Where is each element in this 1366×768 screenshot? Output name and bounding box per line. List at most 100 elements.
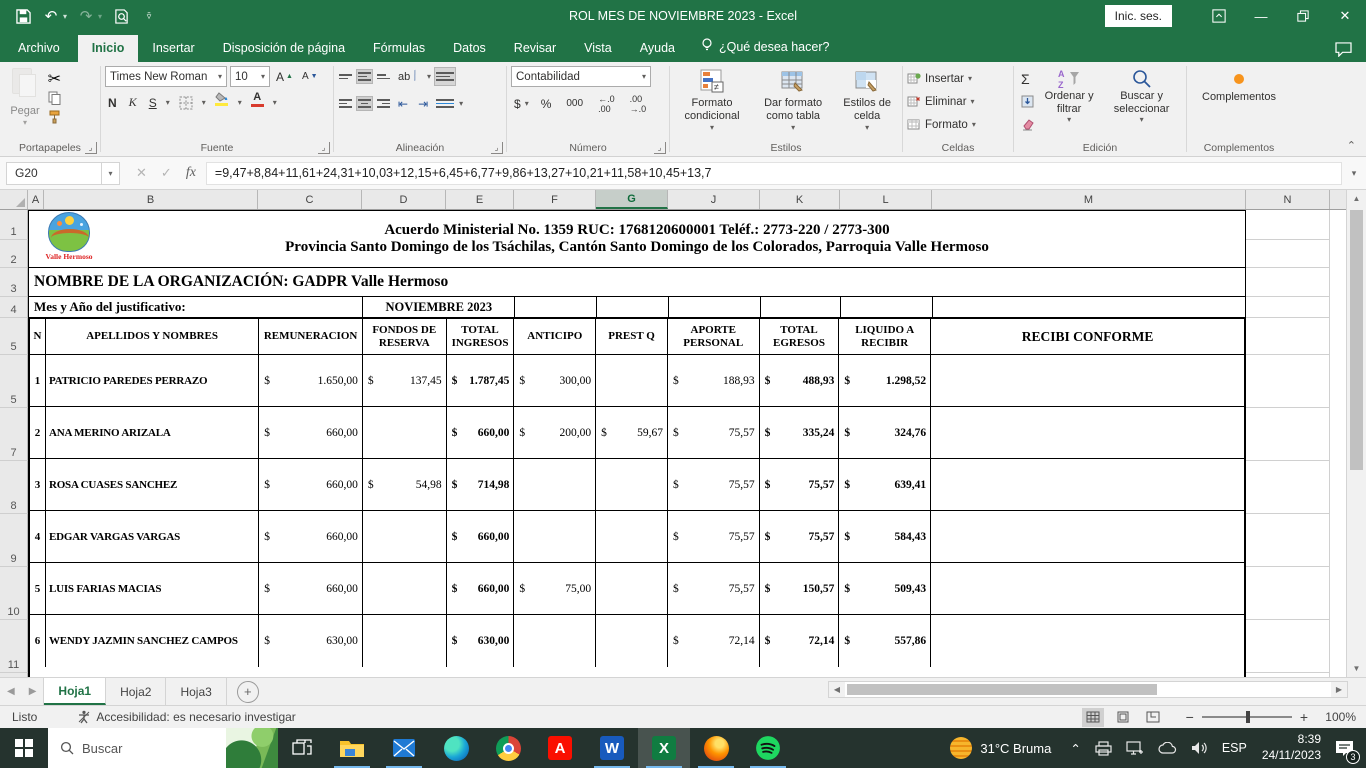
cell-prest_q-3[interactable]: [596, 459, 668, 510]
tab-disposici-n-de-p-gina[interactable]: Disposición de página: [209, 35, 359, 62]
sheet-tab-hoja1[interactable]: Hoja1: [44, 678, 107, 705]
customize-qat-icon[interactable]: ▿̄: [140, 7, 158, 25]
vertical-scrollbar[interactable]: ▲ ▼: [1346, 190, 1366, 677]
month-empty-cell-0[interactable]: [514, 297, 596, 317]
align-bottom-icon[interactable]: [376, 70, 391, 83]
align-right-icon[interactable]: [376, 97, 391, 110]
cell-aporte-6[interactable]: $72,14: [668, 615, 760, 667]
percent-style-icon[interactable]: %: [538, 93, 555, 114]
insert-cells-button[interactable]: Insertar ▾: [907, 68, 1009, 89]
cell-liquido-1[interactable]: $1.298,52: [839, 355, 932, 406]
insert-function-icon[interactable]: fx: [186, 165, 196, 181]
printer-tray-icon[interactable]: [1088, 728, 1119, 768]
row-header-11[interactable]: 11: [0, 620, 28, 673]
cell-remuneracion-5[interactable]: $660,00: [259, 563, 363, 614]
cell-liquido-2[interactable]: $324,76: [839, 407, 932, 458]
zoom-out-icon[interactable]: −: [1186, 709, 1194, 725]
cell-N2[interactable]: [1246, 240, 1330, 268]
word-button[interactable]: W: [586, 728, 638, 768]
fill-color-icon[interactable]: [212, 92, 232, 113]
cell-prest_q-2[interactable]: $59,67: [596, 407, 668, 458]
cell-N-11[interactable]: [1246, 620, 1330, 673]
scroll-up-icon[interactable]: ▲: [1347, 190, 1366, 207]
page-layout-view-icon[interactable]: [1112, 708, 1134, 727]
cell-prest_q-5[interactable]: [596, 563, 668, 614]
cell-N-7[interactable]: [1246, 408, 1330, 461]
cell-prest_q-4[interactable]: [596, 511, 668, 562]
column-header-C[interactable]: C: [258, 190, 362, 209]
scroll-right-icon[interactable]: ▶: [1331, 682, 1347, 697]
decrease-decimal-icon[interactable]: .00 →.0: [627, 93, 650, 114]
cell-fondos-2[interactable]: [363, 407, 447, 458]
format-cells-button[interactable]: Formato ▾: [907, 114, 1009, 135]
cell-fondos-4[interactable]: [363, 511, 447, 562]
cell-anticipo-6[interactable]: [514, 615, 597, 667]
cell-fondos-6[interactable]: [363, 615, 447, 667]
row-header-5[interactable]: 5: [0, 318, 28, 355]
cell-recibi-3[interactable]: [931, 459, 1244, 510]
select-all-corner[interactable]: [0, 190, 28, 209]
restore-button[interactable]: [1282, 0, 1324, 32]
cell-total_ingresos-2[interactable]: $660,00: [447, 407, 515, 458]
row-header-2[interactable]: 2: [0, 240, 28, 268]
row-header-7[interactable]: 7: [0, 408, 28, 461]
network-tray-icon[interactable]: [1119, 728, 1151, 768]
tab-vista[interactable]: Vista: [570, 35, 626, 62]
print-preview-icon[interactable]: [112, 7, 130, 25]
cell-n-4[interactable]: 4: [30, 511, 46, 562]
sort-filter-button[interactable]: AZ Ordenar y filtrar ▾: [1037, 66, 1101, 138]
cell-total_ingresos-3[interactable]: $714,98: [447, 459, 515, 510]
column-header-B[interactable]: B: [44, 190, 258, 209]
cell-fondos-5[interactable]: [363, 563, 447, 614]
sheet-nav-right-icon[interactable]: ▶: [22, 686, 44, 697]
tab-revisar[interactable]: Revisar: [500, 35, 570, 62]
cell-n-2[interactable]: 2: [30, 407, 46, 458]
cell-aporte-1[interactable]: $188,93: [668, 355, 760, 406]
cell-total_ingresos-6[interactable]: $630,00: [447, 615, 515, 667]
table-header-prest_q[interactable]: PREST Q: [596, 319, 668, 354]
cell-name-2[interactable]: ANA MERINO ARIZALA: [46, 407, 260, 458]
column-header-K[interactable]: K: [760, 190, 840, 209]
column-header-A[interactable]: A: [28, 190, 44, 209]
row-header-1[interactable]: 1: [0, 210, 28, 240]
zoom-slider-thumb[interactable]: [1245, 711, 1250, 723]
month-label-cell[interactable]: Mes y Año del justificativo:: [29, 297, 362, 317]
underline-icon[interactable]: S: [146, 92, 160, 113]
cell-remuneracion-6[interactable]: $630,00: [259, 615, 363, 667]
cell-recibi-6[interactable]: [931, 615, 1244, 667]
cell-total_ingresos-4[interactable]: $660,00: [447, 511, 515, 562]
cell-remuneracion-1[interactable]: $1.650,00: [259, 355, 363, 406]
accessibility-status[interactable]: Accesibilidad: es necesario investigar: [49, 710, 296, 724]
cell-anticipo-1[interactable]: $300,00: [514, 355, 597, 406]
table-header-total_ingresos[interactable]: TOTAL INGRESOS: [447, 319, 515, 354]
formula-input[interactable]: =9,47+8,84+11,61+24,31+10,03+12,15+6,45+…: [205, 161, 1342, 185]
clear-icon[interactable]: [1018, 114, 1037, 135]
cell-remuneracion-3[interactable]: $660,00: [259, 459, 363, 510]
mail-button[interactable]: [378, 728, 430, 768]
new-sheet-button[interactable]: +: [236, 680, 259, 703]
tab-archivo[interactable]: Archivo: [0, 35, 78, 62]
cell-N3[interactable]: [1246, 268, 1330, 297]
tray-expand-icon[interactable]: ⌃: [1063, 728, 1087, 768]
name-box[interactable]: G20: [6, 161, 102, 185]
table-header-n[interactable]: N: [30, 319, 46, 354]
ribbon-display-options-icon[interactable]: [1198, 0, 1240, 32]
cell-anticipo-4[interactable]: [514, 511, 597, 562]
undo-icon[interactable]: ↶: [42, 7, 60, 25]
action-center-button[interactable]: 3: [1329, 728, 1366, 768]
row-header-9[interactable]: 9: [0, 514, 28, 567]
cell-liquido-5[interactable]: $509,43: [839, 563, 932, 614]
minimize-button[interactable]: —: [1240, 0, 1282, 32]
scroll-left-icon[interactable]: ◀: [829, 682, 845, 697]
cut-icon[interactable]: ✂: [46, 70, 63, 88]
firefox-button[interactable]: [690, 728, 742, 768]
column-header-E[interactable]: E: [446, 190, 514, 209]
cell-remuneracion-4[interactable]: $660,00: [259, 511, 363, 562]
scroll-down-icon[interactable]: ▼: [1347, 660, 1366, 677]
italic-icon[interactable]: K: [126, 92, 140, 113]
clipboard-dialog-launcher[interactable]: ⌟: [85, 142, 97, 154]
tell-me-search[interactable]: ¿Qué desea hacer?: [689, 32, 842, 62]
cell-fondos-3[interactable]: $54,98: [363, 459, 447, 510]
task-view-button[interactable]: [278, 728, 326, 768]
sign-in-button[interactable]: Inic. ses.: [1104, 5, 1172, 27]
